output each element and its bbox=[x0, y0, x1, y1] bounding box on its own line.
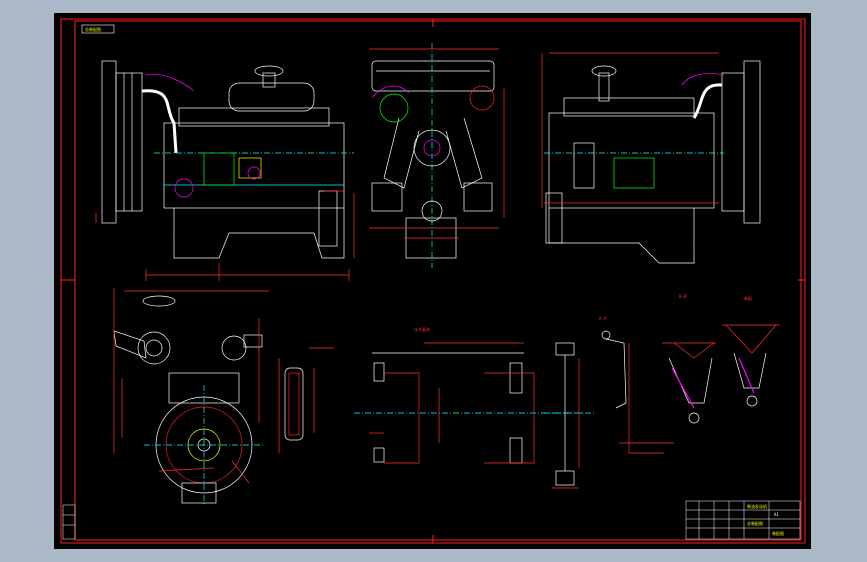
title-block-sheet: A1 bbox=[774, 512, 779, 517]
mount-block bbox=[373, 362, 385, 382]
label-top-center: 技术要求 bbox=[414, 326, 430, 332]
intake-housing bbox=[137, 331, 171, 365]
exhaust-stack bbox=[262, 72, 276, 88]
title-block-row1: 柴油发动机 bbox=[747, 503, 767, 509]
cad-drawing-canvas[interactable]: 总装配图 技术要求 A-A B-B 装配 柴油发动机 总装配图 装配图 A1 bbox=[54, 13, 811, 549]
exhaust-cap bbox=[254, 65, 284, 77]
mount-block bbox=[509, 437, 523, 464]
rear-pipe-accent bbox=[681, 73, 725, 86]
support-bottom bbox=[555, 470, 575, 486]
drawing-viewport[interactable]: 总装配图 技术要求 A-A B-B 装配 柴油发动机 总装配图 装配图 A1 bbox=[54, 13, 811, 549]
manifold-accent bbox=[371, 85, 410, 99]
rear-radiator bbox=[743, 60, 761, 224]
side-foot-right bbox=[463, 182, 493, 212]
bracket-eye-2 bbox=[746, 395, 758, 407]
bracket-pivot bbox=[601, 330, 611, 340]
intake-inner bbox=[145, 339, 163, 357]
oil-pan bbox=[173, 208, 345, 259]
support-detail-view[interactable] bbox=[544, 342, 584, 489]
turbo-left bbox=[379, 93, 409, 123]
foot-mount bbox=[318, 190, 338, 247]
side-foot-left bbox=[371, 182, 403, 212]
rear-component bbox=[613, 157, 655, 189]
intake-arm bbox=[113, 330, 147, 359]
frame-outline bbox=[384, 372, 420, 464]
angle-line bbox=[725, 324, 753, 354]
rear-exhaust-cap bbox=[591, 65, 617, 77]
label-bracket-b: B-B bbox=[679, 294, 687, 299]
angle-line bbox=[693, 342, 715, 359]
cylinder-bank-left bbox=[383, 117, 420, 189]
rear-radiator-core bbox=[721, 72, 745, 212]
angle-line bbox=[673, 342, 695, 359]
inner-frame bbox=[74, 20, 802, 541]
mount-plate-inner bbox=[288, 372, 300, 436]
mount-detail-view[interactable]: 技术要求 bbox=[278, 326, 594, 464]
label-small: 装配 bbox=[744, 295, 752, 301]
rear-elevation-view[interactable] bbox=[541, 52, 761, 264]
turbo-right bbox=[469, 85, 495, 111]
rear-exhaust-stack bbox=[598, 72, 610, 102]
component-pulley bbox=[174, 178, 194, 198]
component-box bbox=[203, 152, 235, 186]
engine-block bbox=[163, 122, 345, 209]
radiator bbox=[101, 60, 117, 224]
revision-block bbox=[62, 504, 76, 540]
outer-frame bbox=[60, 18, 806, 544]
bracket-arm bbox=[605, 338, 627, 409]
mount-plate bbox=[284, 367, 304, 441]
bracket-eye bbox=[688, 412, 700, 424]
bracket-fork bbox=[668, 357, 713, 404]
frame-outline bbox=[484, 372, 535, 464]
coolant-pipe-accent bbox=[145, 73, 195, 92]
mount-block bbox=[373, 447, 385, 463]
front-elevation-view[interactable] bbox=[95, 60, 355, 281]
top-cap bbox=[142, 295, 176, 307]
title-block-row2: 总装配图 bbox=[747, 520, 763, 526]
leader-line bbox=[158, 467, 215, 472]
rear-foot-mount bbox=[545, 192, 563, 244]
title-block-row3: 装配图 bbox=[772, 530, 784, 536]
angle-line bbox=[751, 324, 777, 354]
flywheel-end-view[interactable] bbox=[113, 288, 269, 505]
mount-block bbox=[509, 362, 523, 394]
side-section-view[interactable] bbox=[369, 43, 505, 268]
drawing-tag: 总装配图 bbox=[85, 26, 101, 32]
bracket-fork-accent bbox=[671, 367, 695, 409]
bracket-detail-view[interactable]: A-A B-B 装配 bbox=[599, 294, 780, 454]
rear-component bbox=[573, 142, 595, 189]
cylinder-bank-right bbox=[445, 117, 483, 189]
coolant-pipe bbox=[141, 89, 178, 154]
radiator-core bbox=[115, 72, 143, 212]
support-top bbox=[555, 342, 575, 356]
rear-oil-pan bbox=[548, 208, 695, 264]
component-pulley bbox=[247, 166, 261, 180]
turbo-housing bbox=[221, 335, 247, 361]
label-bracket-a: A-A bbox=[599, 316, 607, 321]
leader-line bbox=[231, 460, 250, 484]
